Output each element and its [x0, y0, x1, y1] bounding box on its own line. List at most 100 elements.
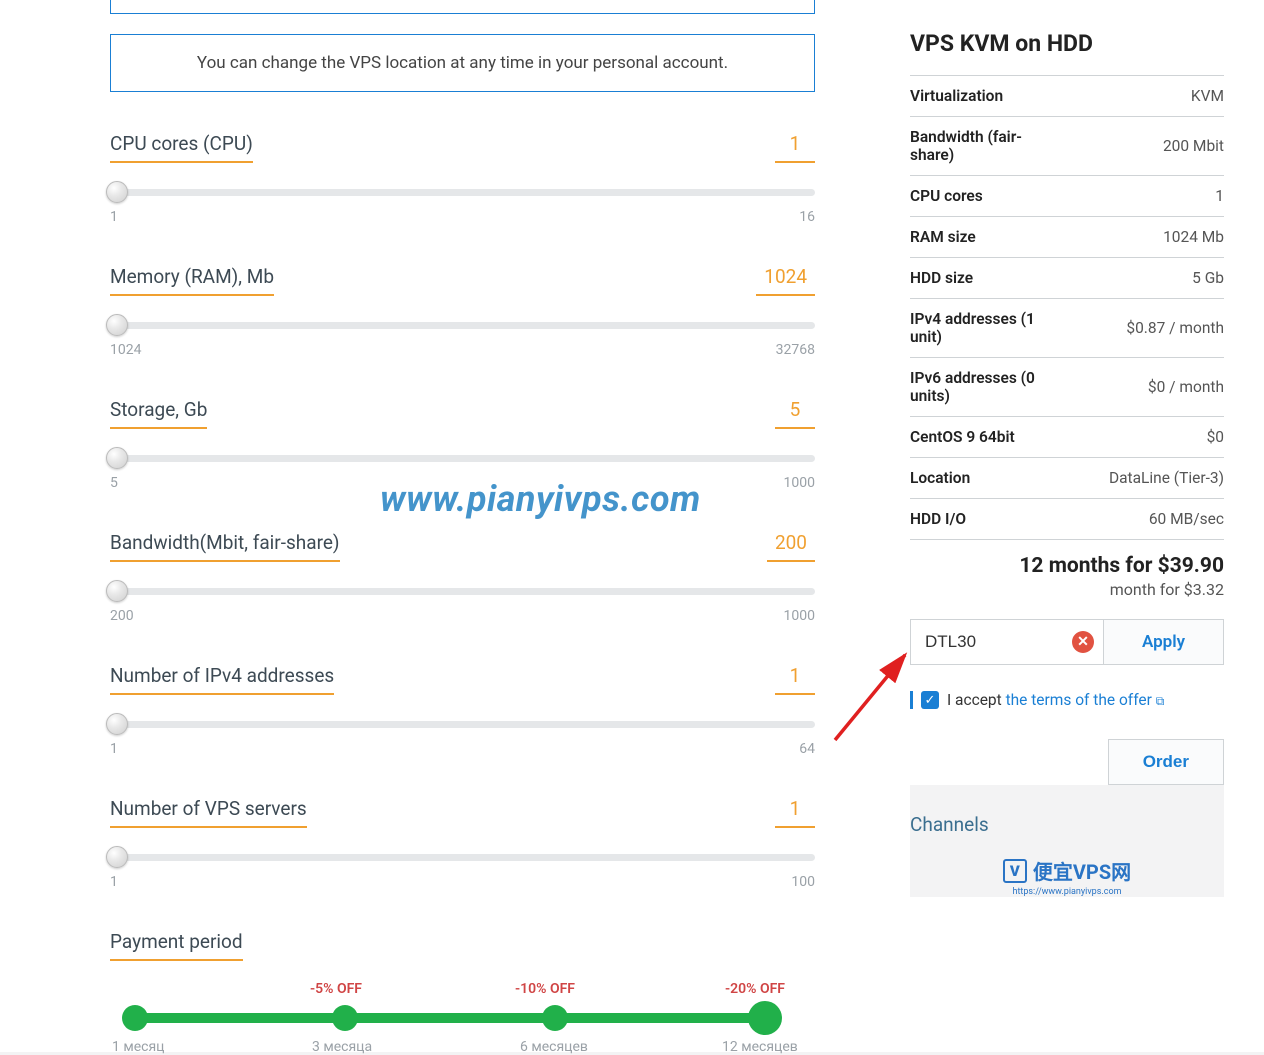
order-button[interactable]: Order — [1108, 739, 1224, 785]
storage-value[interactable]: 5 — [775, 398, 815, 429]
summary-subtotal: month for $3.32 — [910, 580, 1224, 613]
bandwidth-max: 1000 — [784, 608, 815, 624]
storage-max: 1000 — [784, 475, 815, 491]
ram-thumb[interactable] — [106, 314, 128, 336]
ipv4-slider[interactable] — [110, 717, 815, 731]
bandwidth-label: Bandwidth(Mbit, fair-share) — [110, 531, 340, 562]
cpu-max: 16 — [799, 209, 815, 225]
servers-thumb[interactable] — [106, 846, 128, 868]
period-node-2[interactable] — [332, 1005, 358, 1031]
ram-min: 1024 — [110, 342, 141, 358]
summary-row: IPv4 addresses (1 unit) $0.87 / month — [910, 299, 1224, 358]
summary-value: 5 Gb — [1192, 269, 1224, 287]
accept-terms-row: ✓ I accept the terms of the offer ⧉ — [910, 691, 1224, 709]
terms-link[interactable]: the terms of the offer — [1006, 691, 1152, 709]
storage-slider-block: Storage, Gb 5 5 1000 — [110, 398, 815, 491]
logo-badge-icon: V — [1003, 859, 1027, 883]
summary-row: CentOS 9 64bit$0 — [910, 417, 1224, 458]
close-icon: ✕ — [1072, 631, 1094, 653]
summary-key: RAM size — [910, 228, 976, 246]
summary-row: Location DataLine (Tier-3) — [910, 458, 1224, 499]
ram-label: Memory (RAM), Mb — [110, 265, 274, 296]
summary-value: KVM — [1191, 87, 1224, 105]
cpu-slider[interactable] — [110, 185, 815, 199]
cpu-label: CPU cores (CPU) — [110, 132, 253, 163]
ipv4-thumb[interactable] — [106, 713, 128, 735]
summary-value: DataLine (Tier-3) — [1109, 469, 1224, 487]
ram-slider-block: Memory (RAM), Mb 1024 1024 32768 — [110, 265, 815, 358]
period-lbl-1: 1 месяц — [112, 1039, 164, 1055]
summary-value: 1 — [1215, 187, 1224, 205]
servers-min: 1 — [110, 874, 118, 890]
bandwidth-value[interactable]: 200 — [767, 531, 815, 562]
bandwidth-thumb[interactable] — [106, 580, 128, 602]
bandwidth-slider-block: Bandwidth(Mbit, fair-share) 200 200 1000 — [110, 531, 815, 624]
summary-row: Virtualization KVM — [910, 76, 1224, 117]
summary-key: Virtualization — [910, 87, 1003, 105]
channel-logo[interactable]: V 便宜VPS网 — [910, 856, 1224, 885]
period-node-3[interactable] — [542, 1005, 568, 1031]
ram-max: 32768 — [776, 342, 815, 358]
external-link-icon: ⧉ — [1156, 694, 1165, 708]
summary-key: IPv6 addresses (0 units) — [910, 369, 1060, 405]
payment-label: Payment period — [110, 930, 243, 961]
servers-slider[interactable] — [110, 850, 815, 864]
bandwidth-min: 200 — [110, 608, 134, 624]
promo-apply-button[interactable]: Apply — [1103, 620, 1223, 664]
bandwidth-slider[interactable] — [110, 584, 815, 598]
cpu-min: 1 — [110, 209, 118, 225]
summary-total: 12 months for $39.90 — [910, 540, 1224, 580]
servers-value[interactable]: 1 — [775, 797, 815, 828]
summary-row: Bandwidth (fair-share)200 Mbit — [910, 117, 1224, 176]
summary-key: HDD I/O — [910, 510, 966, 528]
accept-text: I accept — [947, 691, 1006, 709]
servers-label: Number of VPS servers — [110, 797, 307, 828]
storage-min: 5 — [110, 475, 118, 491]
period-lbl-3: 6 месяцев — [520, 1039, 588, 1055]
cpu-thumb[interactable] — [106, 181, 128, 203]
promo-clear-button[interactable]: ✕ — [1063, 620, 1103, 664]
logo-subtext: https://www.pianyivps.com — [910, 887, 1224, 897]
location-info-box: You can change the VPS location at any t… — [110, 34, 815, 92]
period-lbl-4: 12 месяцев — [722, 1039, 798, 1055]
summary-value: $0 / month — [1148, 378, 1224, 396]
summary-value: 60 MB/sec — [1149, 510, 1224, 528]
summary-row: RAM size 1024 Mb — [910, 217, 1224, 258]
info-box-top — [110, 0, 815, 14]
summary-row: HDD size 5 Gb — [910, 258, 1224, 299]
period-off-2: -5% OFF — [310, 981, 362, 997]
cpu-value[interactable]: 1 — [775, 132, 815, 163]
storage-slider[interactable] — [110, 451, 815, 465]
payment-track[interactable]: -5% OFF -10% OFF -20% OFF 1 месяц 3 меся… — [110, 981, 815, 1041]
ram-value[interactable]: 1024 — [756, 265, 815, 296]
summary-key: IPv4 addresses (1 unit) — [910, 310, 1060, 346]
cpu-slider-block: CPU cores (CPU) 1 1 16 — [110, 132, 815, 225]
summary-value: $0.87 / month — [1126, 319, 1224, 337]
storage-thumb[interactable] — [106, 447, 128, 469]
summary-value: 1024 Mb — [1163, 228, 1224, 246]
channels-section: Channels V 便宜VPS网 https://www.pianyivps.… — [910, 785, 1224, 897]
servers-max: 100 — [791, 874, 815, 890]
summary-row: IPv6 addresses (0 units) $0 / month — [910, 358, 1224, 417]
ipv4-min: 1 — [110, 741, 118, 757]
summary-row: HDD I/O 60 MB/sec — [910, 499, 1224, 540]
period-lbl-2: 3 месяца — [312, 1039, 372, 1055]
summary-key: CPU cores — [910, 187, 983, 205]
ipv4-slider-block: Number of IPv4 addresses 1 1 64 — [110, 664, 815, 757]
period-off-4: -20% OFF — [725, 981, 785, 997]
ipv4-max: 64 — [799, 741, 815, 757]
summary-title: VPS KVM on HDD — [910, 30, 1224, 57]
period-node-1[interactable] — [122, 1005, 148, 1031]
summary-row: CPU cores 1 — [910, 176, 1224, 217]
channels-title: Channels — [910, 813, 1224, 836]
period-node-4-selected[interactable] — [748, 1001, 782, 1035]
summary-key: HDD size — [910, 269, 973, 287]
summary-value: 200 Mbit — [1163, 137, 1224, 155]
summary-key: CentOS 9 64bit — [910, 428, 1015, 446]
ram-slider[interactable] — [110, 318, 815, 332]
promo-input[interactable] — [911, 620, 1063, 664]
promo-box: ✕ Apply — [910, 619, 1224, 665]
ipv4-value[interactable]: 1 — [775, 664, 815, 695]
accept-checkbox[interactable]: ✓ — [921, 691, 939, 709]
summary-key: Location — [910, 469, 970, 487]
